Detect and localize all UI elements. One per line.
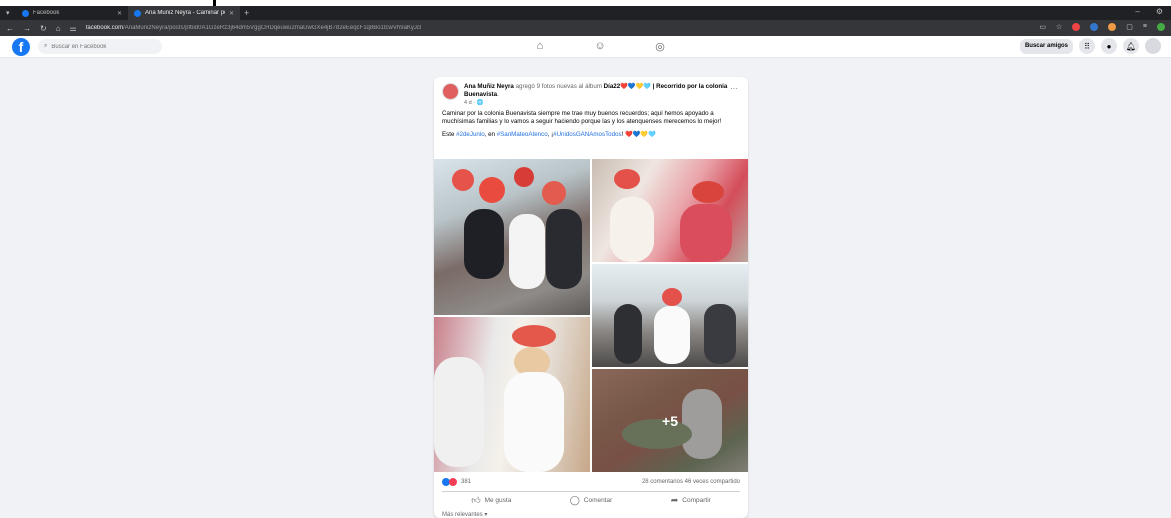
friends-nav-icon[interactable]: ☺ [593,39,607,53]
notifications-bell-icon[interactable]: 🔔︎ [1123,38,1139,54]
facebook-logo-icon[interactable]: f [12,37,30,56]
thumbs-up-icon: 👍︎ [471,495,481,505]
header-actions: Buscar amigos ⠿ ● 🔔︎ [1019,38,1161,54]
hashtag-city[interactable]: #SanMateoAtenco [497,131,548,138]
tab-post[interactable]: Ana Muñiz Neyra - Caminar po ✕ [128,6,240,20]
photo-1[interactable] [434,159,590,315]
post-body: Caminar por la colonia Buenavista siempr… [434,106,748,139]
reading-list-icon[interactable]: ≡ [1143,23,1147,31]
tab-close-icon[interactable]: ✕ [229,10,234,17]
tab-label: Facebook [33,10,60,16]
love-reaction-icon [449,478,457,486]
main-nav: ⌂ ☺ ◎ [533,39,667,53]
extension-orange-icon[interactable] [1108,23,1117,31]
album-end: . [497,91,499,98]
photo-3[interactable] [434,317,590,472]
photo-2[interactable] [592,159,748,262]
extensions-puzzle-icon[interactable]: ▢ [1126,23,1133,31]
hashtag-date[interactable]: #2deJunio [456,131,485,138]
groups-nav-icon[interactable]: ◎ [653,39,667,53]
author-name[interactable]: Ana Muñiz Neyra [464,83,514,90]
bookmark-star-icon[interactable]: ☆ [1056,23,1062,31]
reload-icon[interactable]: ↻ [40,24,47,33]
site-settings-icon[interactable]: ⚌ [70,24,77,33]
feed-area: Ana Muñiz Neyra agregó 9 fotos nuevas al… [0,58,1171,518]
line2-prefix: Este [442,130,457,138]
forward-icon[interactable]: → [23,24,31,33]
facebook-favicon-icon [134,9,141,17]
photo-5[interactable]: +5 [592,369,748,472]
post-actions: 👍︎ Me gusta ◯ Comentar ➦ Compartir [442,491,740,509]
post-body-text: Caminar por la colonia Buenavista siempr… [442,110,722,126]
post-header: Ana Muñiz Neyra agregó 9 fotos nuevas al… [434,77,748,106]
window-controls: – ⚙ [1135,7,1163,16]
facebook-header: f ⌕ ⌂ ☺ ◎ Buscar amigos ⠿ ● 🔔︎ [0,36,1171,58]
tab-search-icon[interactable]: ▾ [6,9,16,17]
hashtag-campaign[interactable]: #UnidosGANAmosTodos [553,131,621,138]
minimize-icon[interactable]: – [1135,7,1139,16]
url-field[interactable]: facebook.com/AnaMunizNeyra/posts/pfbid0A… [86,25,422,31]
profile-icon[interactable] [1157,23,1165,31]
like-label: Me gusta [484,497,512,504]
photo-4[interactable] [592,264,748,367]
url-path: /AnaMunizNeyra/posts/pfbid0A1GzeRz3j64dm… [123,25,422,31]
post-stats: 381 28 comentarios 46 veces compartido [442,476,740,488]
post-title: Ana Muñiz Neyra agregó 9 fotos nuevas al… [464,83,734,99]
extension-red-icon[interactable] [1072,23,1081,31]
search-box[interactable]: ⌕ [38,39,162,54]
comment-icon: ◯ [569,495,580,505]
post-card: Ana Muñiz Neyra agregó 9 fotos nuevas al… [434,77,748,518]
post-title-block: Ana Muñiz Neyra agregó 9 fotos nuevas al… [464,83,734,106]
line2-mid: , en [484,130,497,138]
messenger-icon[interactable]: ● [1101,38,1117,54]
share-icon: ➦ [670,495,679,505]
facebook-favicon-icon [22,9,29,17]
extension-blue-icon[interactable] [1090,23,1099,31]
find-friends-button[interactable]: Buscar amigos [1019,38,1073,54]
author-avatar[interactable] [442,83,459,100]
tab-facebook[interactable]: Facebook ✕ [16,6,128,20]
search-input[interactable] [51,43,152,50]
line2-suffix: ! ❤️💙💛🩵 [621,130,656,138]
browser-tab-bar: ▾ Facebook ✕ Ana Muñiz Neyra - Caminar p… [0,6,1171,20]
close-window-icon[interactable]: ⚙ [1156,7,1163,16]
more-options-icon[interactable]: ··· [730,84,738,93]
reactions-summary[interactable] [442,478,457,486]
more-photos-overlay[interactable]: +5 [592,369,748,472]
photo-grid: +5 [434,159,748,472]
comments-shares-count[interactable]: 28 comentarios 46 veces compartido [642,479,740,485]
post-body-line2: Este #2deJunio, en #SanMateoAtenco, ¡#Un… [442,131,740,139]
install-icon[interactable]: ▭ [1039,23,1046,31]
new-tab-icon[interactable]: + [244,8,249,18]
back-icon[interactable]: ← [6,24,14,33]
share-button[interactable]: ➦ Compartir [671,495,711,506]
post-action-text: agregó 9 fotos nuevas al álbum [513,83,604,90]
reactions-count[interactable]: 381 [461,479,471,485]
tab-close-icon[interactable]: ✕ [117,10,122,17]
share-label: Compartir [682,497,711,504]
address-bar: ← → ↻ ⌂ ⚌ facebook.com/AnaMunizNeyra/pos… [0,20,1171,36]
account-avatar[interactable] [1145,38,1161,54]
comment-button[interactable]: ◯ Comentar [570,495,613,506]
menu-grid-icon[interactable]: ⠿ [1079,38,1095,54]
home-nav-icon[interactable]: ⌂ [533,39,547,53]
comment-label: Comentar [583,497,613,504]
comment-sort-dropdown[interactable]: Más relevantes ▾ [442,511,487,518]
like-button[interactable]: 👍︎ Me gusta [471,495,511,506]
search-icon: ⌕ [44,43,48,49]
tab-label: Ana Muñiz Neyra - Caminar po [145,10,225,16]
url-host: facebook.com [85,25,124,31]
post-timestamp[interactable]: 4 d · 🌐 [464,100,734,106]
home-icon[interactable]: ⌂ [56,24,61,33]
extension-icons: ▭ ☆ ▢ ≡ [1039,23,1165,31]
